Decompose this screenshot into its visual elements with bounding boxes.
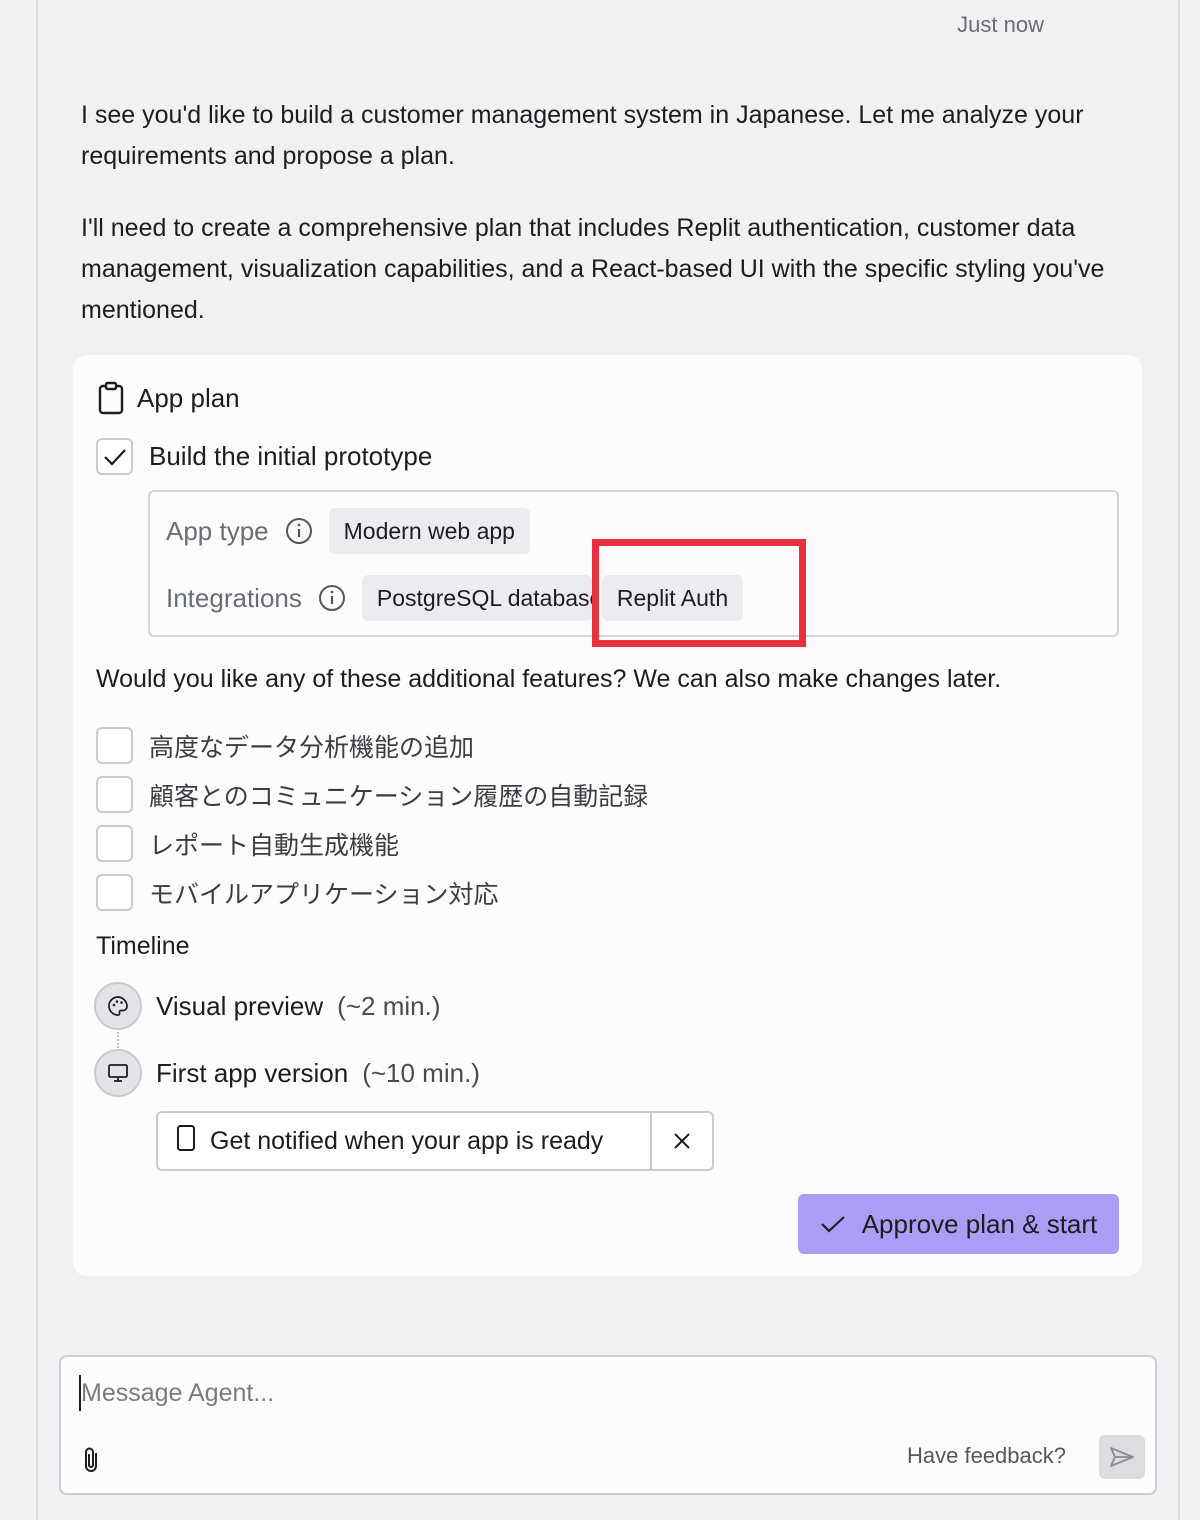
app-type-label: App type [166, 515, 269, 546]
notify-label: Get notified when your app is ready [210, 1126, 604, 1155]
info-icon[interactable] [285, 517, 313, 545]
feature-label: 顧客とのコミュニケーション履歴の自動記録 [149, 782, 649, 811]
timeline-step-label: Visual preview [156, 990, 324, 1021]
app-plan-card: App plan Build the initial prototype App… [73, 355, 1142, 1276]
feature-checkbox[interactable] [96, 874, 133, 911]
info-icon[interactable] [318, 584, 346, 612]
palette-icon [94, 982, 142, 1030]
feature-option[interactable]: 顧客とのコミュニケーション履歴の自動記録 [96, 776, 648, 813]
timeline-step-label: First app version [156, 1057, 349, 1088]
check-icon [820, 1216, 845, 1233]
timeline-step-duration: (~2 min.) [337, 990, 441, 1021]
approve-plan-button[interactable]: Approve plan & start [798, 1194, 1119, 1254]
prototype-label: Build the initial prototype [149, 441, 433, 471]
app-type-row: App type Modern web app [166, 508, 530, 554]
feature-option[interactable]: 高度なデータ分析機能の追加 [96, 727, 474, 764]
app-plan-title: App plan [137, 382, 240, 413]
feature-option[interactable]: モバイルアプリケーション対応 [96, 874, 499, 911]
send-icon [1110, 1447, 1134, 1467]
close-button[interactable] [650, 1113, 712, 1169]
message-timestamp: Just now [957, 12, 1044, 37]
phone-icon [176, 1124, 196, 1159]
close-icon [674, 1133, 690, 1149]
timeline-title: Timeline [96, 932, 190, 960]
clipboard-icon [97, 381, 125, 415]
integrations-label: Integrations [166, 582, 302, 613]
send-button[interactable] [1099, 1435, 1145, 1479]
feature-label: レポート自動生成機能 [149, 831, 400, 860]
message-input[interactable] [79, 1375, 1079, 1411]
integration-chip-postgresql: PostgreSQL database [361, 575, 592, 621]
timeline-step-duration: (~10 min.) [362, 1057, 480, 1088]
feature-label: 高度なデータ分析機能の追加 [149, 733, 475, 762]
feature-checkbox[interactable] [96, 776, 133, 813]
feature-checkbox[interactable] [96, 825, 133, 862]
app-plan-header: App plan [97, 381, 240, 415]
timeline-step: Visual preview (~2 min.) [94, 982, 440, 1030]
prototype-option[interactable]: Build the initial prototype [96, 438, 432, 475]
paperclip-icon[interactable] [79, 1445, 105, 1475]
message-composer: Have feedback? [59, 1355, 1157, 1495]
integrations-row: Integrations PostgreSQL database Replit … [166, 575, 744, 621]
integration-chip-replit-auth: Replit Auth [601, 575, 744, 621]
feature-checkbox[interactable] [96, 727, 133, 764]
timeline-connector [117, 1032, 119, 1048]
agent-message-paragraph: I see you'd like to build a customer man… [81, 101, 1084, 170]
approve-plan-label: Approve plan & start [861, 1208, 1098, 1239]
timeline-step: First app version (~10 min.) [94, 1049, 480, 1097]
notify-banner: Get notified when your app is ready [156, 1111, 714, 1171]
app-type-chip: Modern web app [328, 508, 530, 554]
feature-option[interactable]: レポート自動生成機能 [96, 825, 399, 862]
prototype-checkbox[interactable] [96, 438, 133, 475]
feedback-link[interactable]: Have feedback? [907, 1443, 1066, 1469]
monitor-icon [94, 1049, 142, 1097]
check-icon [103, 448, 126, 466]
feature-label: モバイルアプリケーション対応 [149, 880, 499, 909]
app-details-box: App type Modern web app Integrations Pos… [148, 490, 1119, 637]
agent-message-paragraph: I'll need to create a comprehensive plan… [81, 214, 1105, 324]
notify-button[interactable]: Get notified when your app is ready [158, 1113, 650, 1169]
additional-features-question: Would you like any of these additional f… [96, 665, 1002, 693]
